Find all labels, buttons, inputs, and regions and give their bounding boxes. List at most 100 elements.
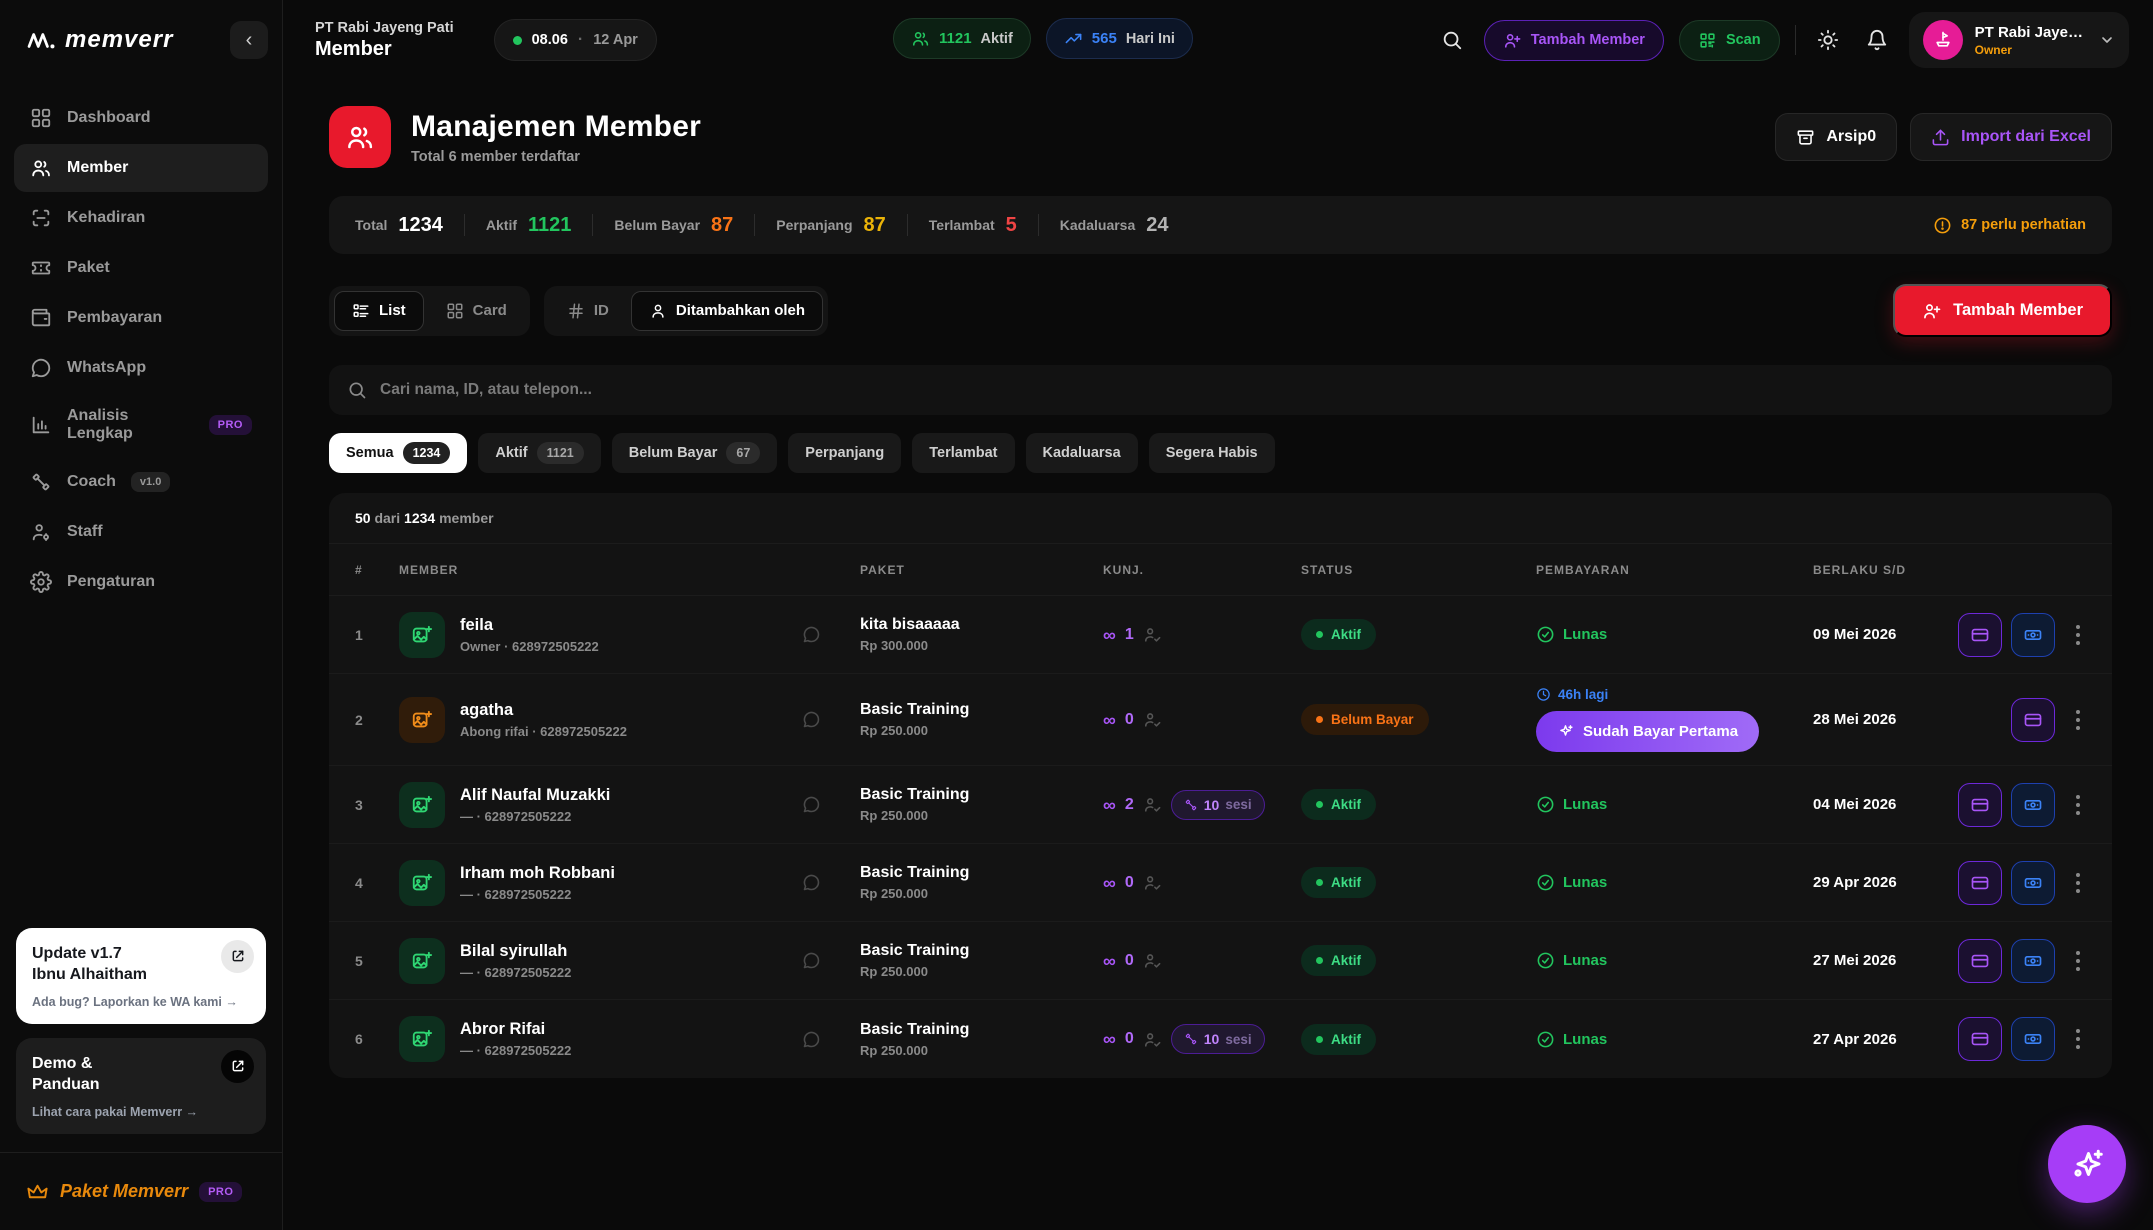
table-row[interactable]: 2 agatha Abong rifai · 628972505222: [329, 674, 2112, 766]
table-row[interactable]: 6 Abror Rifai — · 628972505222: [329, 1000, 2112, 1078]
payment-cash-button[interactable]: [2011, 783, 2055, 827]
filter-chip[interactable]: Semua 1234: [329, 433, 467, 473]
shown-count: 50: [355, 510, 371, 526]
tab-id-sort[interactable]: ID: [549, 291, 627, 331]
row-menu-button[interactable]: [2070, 1023, 2086, 1055]
sidebar-item-paket[interactable]: Paket: [14, 244, 268, 292]
page-subtitle: Total 6 member terdaftar: [411, 149, 701, 165]
row-menu-button[interactable]: [2070, 789, 2086, 821]
payment-cash-button[interactable]: [2011, 1017, 2055, 1061]
infinity-icon: ∞: [1103, 711, 1116, 729]
user-plus-icon: [1503, 31, 1522, 50]
active-members-pill[interactable]: 1121 Aktif: [893, 18, 1031, 59]
table-row[interactable]: 5 Bilal syirullah — · 628972505222: [329, 922, 2112, 1000]
add-member-topbar-button[interactable]: Tambah Member: [1484, 20, 1664, 61]
table-row[interactable]: 3 Alif Naufal Muzakki — · 628972505222: [329, 766, 2112, 844]
filter-chip[interactable]: Perpanjang: [788, 433, 901, 473]
user-menu[interactable]: PT Rabi Jaye… Owner: [1909, 12, 2129, 68]
sidebar-item-pembayaran[interactable]: Pembayaran: [14, 294, 268, 342]
row-menu-button[interactable]: [2070, 945, 2086, 977]
comment-bubble-icon[interactable]: [801, 794, 822, 815]
filter-chip[interactable]: Aktif 1121: [478, 433, 600, 473]
comment-bubble-icon[interactable]: [801, 709, 822, 730]
member-card-button[interactable]: [1958, 783, 2002, 827]
filter-chip-label: Kadaluarsa: [1043, 445, 1121, 461]
member-card-button[interactable]: [1958, 1017, 2002, 1061]
scan-button[interactable]: Scan: [1679, 20, 1780, 61]
comment-bubble-icon[interactable]: [801, 950, 822, 971]
sidebar-item-analisis[interactable]: Analisis Lengkap PRO: [14, 394, 268, 456]
today-visits-pill[interactable]: 565 Hari Ini: [1046, 18, 1193, 59]
filter-chip-label: Perpanjang: [805, 445, 884, 461]
paket-cell: Basic Training Rp 250.000: [860, 864, 1103, 901]
member-name: agatha: [460, 701, 627, 720]
row-menu-button[interactable]: [2070, 619, 2086, 651]
sidebar-nav: Dashboard Member Kehadiran Paket Pembaya…: [0, 80, 282, 606]
paket-name: Basic Training: [860, 864, 1103, 882]
import-excel-button[interactable]: Import dari Excel: [1910, 113, 2112, 161]
ai-assistant-fab[interactable]: [2048, 1125, 2126, 1203]
col-pembayaran: PEMBAYARAN: [1536, 563, 1813, 577]
tab-list-view[interactable]: List: [334, 291, 424, 331]
sidebar-item-pengaturan[interactable]: Pengaturan: [14, 558, 268, 606]
sidebar-item-dashboard[interactable]: Dashboard: [14, 94, 268, 142]
payment-cash-button[interactable]: [2011, 861, 2055, 905]
update-card-title: Update v1.7 Ibnu Alhaitham: [32, 943, 250, 986]
filter-chip[interactable]: Kadaluarsa: [1026, 433, 1138, 473]
member-card-button[interactable]: [2011, 698, 2055, 742]
demo-card[interactable]: Demo & Panduan Lihat cara pakai Memverr …: [16, 1038, 266, 1134]
theme-toggle-button[interactable]: [1811, 23, 1845, 57]
sidebar-item-label: Paket: [67, 259, 110, 277]
archive-icon: [1796, 128, 1815, 147]
comment-bubble-icon[interactable]: [801, 872, 822, 893]
table-row[interactable]: 4 Irham moh Robbani — · 628972505222: [329, 844, 2112, 922]
filter-chip[interactable]: Segera Habis: [1149, 433, 1275, 473]
sidebar-item-staff[interactable]: Staff: [14, 508, 268, 556]
search-input[interactable]: [380, 381, 2094, 399]
comment-bubble-icon[interactable]: [801, 624, 822, 645]
tab-card-view[interactable]: Card: [428, 291, 525, 331]
member-name: feila: [460, 616, 599, 635]
chevron-down-icon: [2099, 32, 2115, 48]
col-berlaku: BERLAKU S/D: [1813, 563, 1958, 577]
tab-added-by[interactable]: Ditambahkan oleh: [631, 291, 823, 331]
status-label: Aktif: [1331, 1032, 1361, 1047]
user-role: Owner: [1975, 43, 2083, 57]
plan-footer[interactable]: Paket Memverr PRO: [0, 1152, 282, 1230]
row-menu-button[interactable]: [2070, 704, 2086, 736]
filter-chip[interactable]: Terlambat: [912, 433, 1014, 473]
member-phone: Abong rifai · 628972505222: [460, 724, 627, 739]
tab-label: Ditambahkan oleh: [676, 302, 805, 319]
search-button[interactable]: [1435, 23, 1469, 57]
member-identity: agatha Abong rifai · 628972505222: [460, 701, 627, 739]
row-actions: [1958, 698, 2086, 742]
stat-label: Kadaluarsa: [1060, 217, 1135, 233]
import-excel-label: Import dari Excel: [1961, 128, 2091, 146]
sidebar-collapse-button[interactable]: ‹: [230, 21, 268, 59]
payment-cash-button[interactable]: [2011, 939, 2055, 983]
update-card[interactable]: Update v1.7 Ibnu Alhaitham Ada bug? Lapo…: [16, 928, 266, 1024]
member-card-button[interactable]: [1958, 939, 2002, 983]
filter-chip[interactable]: Belum Bayar 67: [612, 433, 778, 473]
add-member-button[interactable]: Tambah Member: [1893, 284, 2112, 337]
notifications-button[interactable]: [1860, 23, 1894, 57]
sidebar-item-member[interactable]: Member: [14, 144, 268, 192]
payment-cash-button[interactable]: [2011, 613, 2055, 657]
external-link-icon[interactable]: [221, 940, 254, 973]
sidebar-item-coach[interactable]: Coach v1.0: [14, 458, 268, 506]
sidebar-item-whatsapp[interactable]: WhatsApp: [14, 344, 268, 392]
row-menu-button[interactable]: [2070, 867, 2086, 899]
user-check-icon: [1143, 710, 1162, 729]
external-link-icon[interactable]: [221, 1050, 254, 1083]
member-card-button[interactable]: [1958, 861, 2002, 905]
member-card-button[interactable]: [1958, 613, 2002, 657]
comment-bubble-icon[interactable]: [801, 1029, 822, 1050]
sidebar-item-kehadiran[interactable]: Kehadiran: [14, 194, 268, 242]
qr-code-icon: [1698, 31, 1717, 50]
row-actions: [1958, 861, 2086, 905]
member-avatar-icon: [399, 697, 445, 743]
sessions-icon: [1184, 798, 1198, 812]
table-row[interactable]: 1 feila Owner · 628972505222: [329, 596, 2112, 674]
mark-paid-button[interactable]: Sudah Bayar Pertama: [1536, 711, 1759, 752]
archive-button[interactable]: Arsip0: [1775, 113, 1897, 161]
